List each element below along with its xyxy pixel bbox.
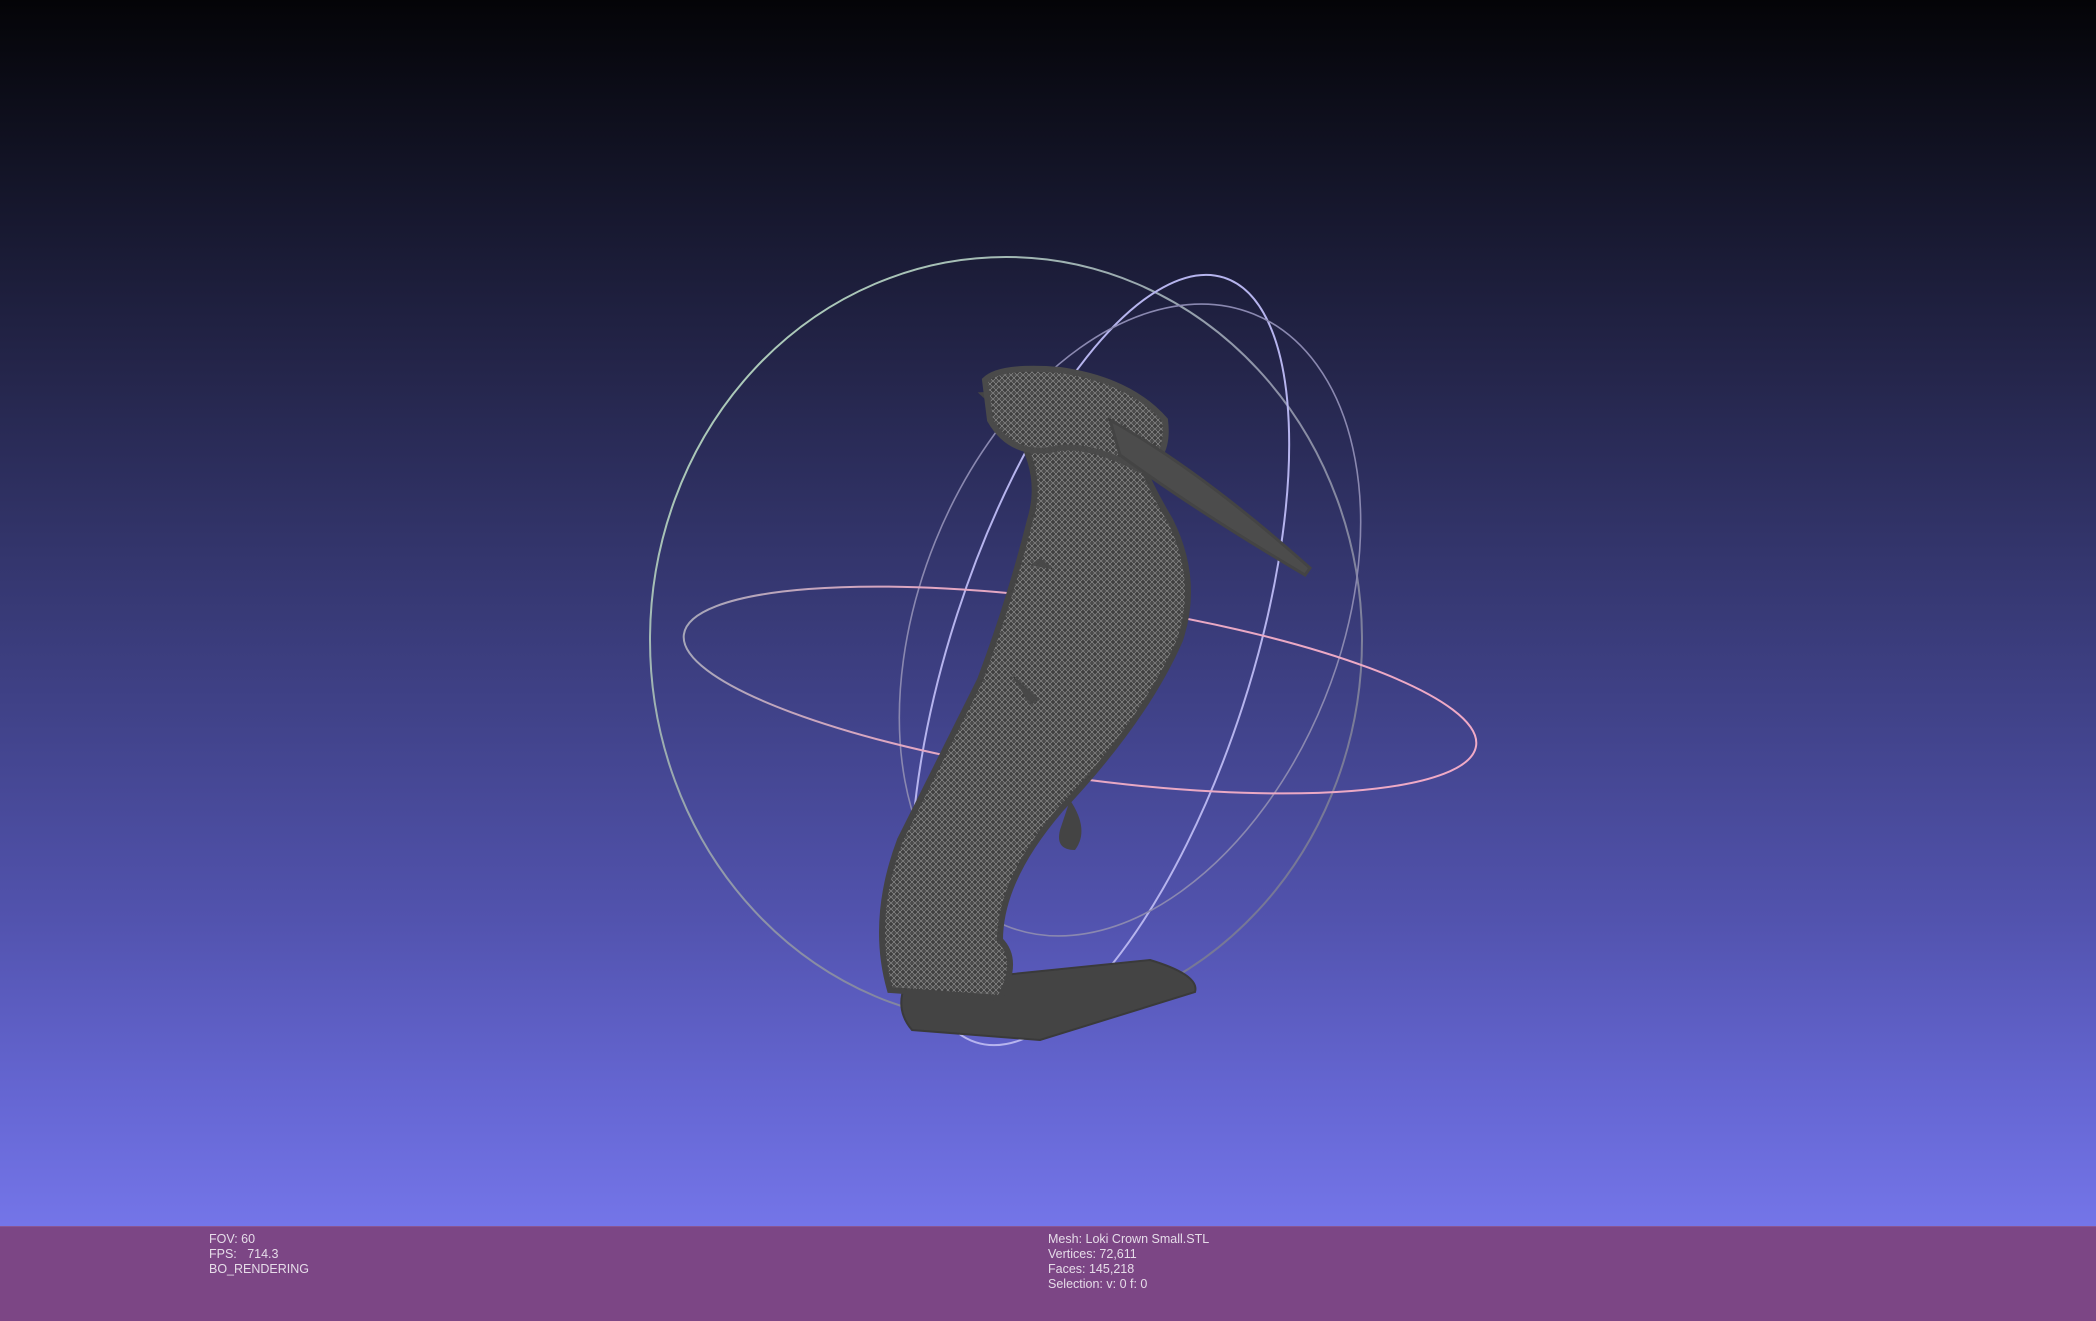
3d-viewport[interactable] bbox=[0, 0, 2096, 1226]
status-bar: FOV: 60 FPS: 714.3 BO_RENDERING Mesh: Lo… bbox=[0, 1226, 2096, 1321]
mesh-name-label: Mesh: Loki Crown Small.STL bbox=[1048, 1232, 1210, 1246]
mesh-body bbox=[879, 386, 1191, 1002]
render-info-panel: FOV: 60 FPS: 714.3 BO_RENDERING bbox=[209, 1232, 309, 1277]
mesh-model-icon[interactable] bbox=[879, 365, 1313, 1042]
render-mode-label: BO_RENDERING bbox=[209, 1262, 310, 1276]
fov-label: FOV: 60 bbox=[209, 1232, 256, 1246]
faces-count-label: Faces: 145,218 bbox=[1048, 1262, 1135, 1276]
selection-label: Selection: v: 0 f: 0 bbox=[1048, 1277, 1148, 1291]
fps-label: FPS: 714.3 bbox=[209, 1247, 279, 1261]
vertices-count-label: Vertices: 72,611 bbox=[1048, 1247, 1137, 1261]
viewport-canvas[interactable] bbox=[0, 0, 2096, 1226]
mesh-info-panel: Mesh: Loki Crown Small.STL Vertices: 72,… bbox=[1048, 1232, 1209, 1292]
